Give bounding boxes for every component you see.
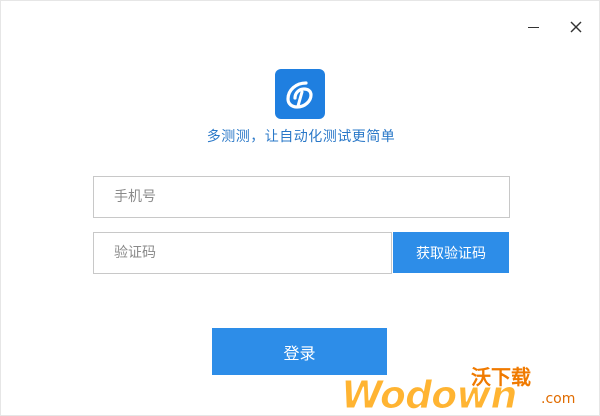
app-tagline: 多测测，让自动化测试更简单: [206, 129, 396, 145]
phone-number-input[interactable]: [93, 176, 510, 218]
minimize-button[interactable]: [518, 9, 548, 45]
minimize-icon: [527, 26, 539, 28]
logo-glyph: [286, 81, 313, 109]
app-logo-icon: [275, 69, 325, 119]
watermark-top-text: 沃下载: [471, 365, 531, 389]
login-window: 多测测，让自动化测试更简单 获取验证码 登录 沃下载 Wodown .com: [0, 0, 600, 416]
close-button[interactable]: [561, 9, 591, 45]
verification-code-input[interactable]: [93, 232, 392, 274]
watermark-suffix-text: .com: [541, 391, 576, 407]
login-button[interactable]: 登录: [212, 328, 387, 375]
get-code-button[interactable]: 获取验证码: [393, 232, 509, 273]
close-icon: [570, 21, 582, 33]
watermark-main-text: Wodown: [340, 373, 517, 416]
